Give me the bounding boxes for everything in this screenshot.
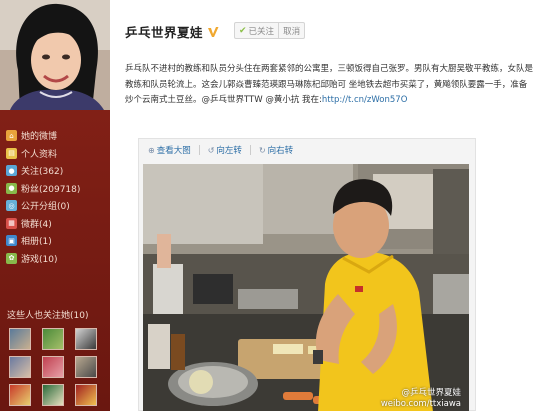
profile-avatar[interactable] xyxy=(0,0,110,110)
media-card: ⊕ 查看大图 ↺ 向左转 ↻ 向右转 @乒乓世界夏娃 weibo.com/ttx… xyxy=(138,138,476,411)
also-follow-grid xyxy=(9,328,99,406)
sidebar-item-label: 微群(4) xyxy=(21,219,52,230)
album-icon: ▣ xyxy=(6,235,17,247)
divider xyxy=(249,145,251,155)
follower-avatar[interactable] xyxy=(75,384,97,406)
weiqun-icon: ▦ xyxy=(6,217,17,229)
follower-avatar[interactable] xyxy=(9,328,31,350)
watermark-url: weibo.com/ttxiawa xyxy=(380,399,461,409)
kitchen-photo xyxy=(143,164,469,411)
sidebar-item-profile[interactable]: ▤ 个人资料 xyxy=(6,145,106,163)
post-link[interactable]: http://t.cn/zWon57O xyxy=(322,95,407,105)
sidebar-item-label: 她的微博 xyxy=(21,132,58,143)
sidebar-item-label: 粉丝(209718) xyxy=(21,184,81,195)
post-content: 乒乓队不进村的教练和队员分头住在两套紧邻的公寓里，三顿饭得自己张罗。男队有大厨吴… xyxy=(125,62,535,109)
sidebar-item-label: 公开分组(0) xyxy=(21,202,70,213)
follower-avatar[interactable] xyxy=(75,328,97,350)
sidebar-item-weiqun[interactable]: ▦ 微群(4) xyxy=(6,215,106,233)
sidebar-nav: ⌂ 她的微博 ▤ 个人资料 ● 关注(362) ● 粉丝(209718) ◎ 公… xyxy=(6,127,106,267)
watermark-name: @乒乓世界夏娃 xyxy=(401,388,461,398)
media-toolbar: ⊕ 查看大图 ↺ 向左转 ↻ 向右转 xyxy=(148,144,301,156)
sidebar-item-label: 相册(1) xyxy=(21,237,52,248)
followed-label: 已关注 xyxy=(248,26,275,37)
tool-label: 向右转 xyxy=(267,146,294,156)
sidebar-item-label: 游戏(10) xyxy=(21,254,58,265)
sidebar-item-label: 关注(362) xyxy=(21,167,64,178)
follower-avatar[interactable] xyxy=(9,384,31,406)
follow-icon: ● xyxy=(6,165,17,177)
unfollow-button[interactable]: 取消 xyxy=(279,23,304,38)
sidebar-item-weibo[interactable]: ⌂ 她的微博 xyxy=(6,127,106,145)
sidebar: ⌂ 她的微博 ▤ 个人资料 ● 关注(362) ● 粉丝(209718) ◎ 公… xyxy=(0,0,110,411)
divider xyxy=(198,145,200,155)
zoom-icon: ⊕ xyxy=(148,145,155,155)
user-name[interactable]: 乒乓世界夏娃 xyxy=(125,22,203,41)
fans-icon: ● xyxy=(6,182,17,194)
game-icon: ✿ xyxy=(6,252,17,264)
profile-icon: ▤ xyxy=(6,147,17,159)
rotate-left-icon: ↺ xyxy=(207,145,215,155)
follower-avatar[interactable] xyxy=(42,384,64,406)
sidebar-item-album[interactable]: ▣ 相册(1) xyxy=(6,232,106,250)
follower-avatar[interactable] xyxy=(9,356,31,378)
profile-header: 乒乓世界夏娃 xyxy=(125,22,219,41)
view-large-button[interactable]: ⊕ 查看大图 xyxy=(148,144,191,157)
home-icon: ⌂ xyxy=(6,130,17,142)
rotate-right-button[interactable]: ↻ 向右转 xyxy=(258,144,294,157)
tool-label: 向左转 xyxy=(216,146,242,156)
group-icon: ◎ xyxy=(6,200,17,212)
follow-status-group: ✔ 已关注 取消 xyxy=(234,22,306,39)
sidebar-item-games[interactable]: ✿ 游戏(10) xyxy=(6,250,106,268)
verified-v-icon xyxy=(208,26,219,37)
sidebar-item-fans[interactable]: ● 粉丝(209718) xyxy=(6,180,106,198)
sidebar-item-groups[interactable]: ◎ 公开分组(0) xyxy=(6,197,106,215)
tool-label: 查看大图 xyxy=(156,146,191,156)
avatar-photo xyxy=(0,0,110,110)
rotate-right-icon: ↻ xyxy=(258,145,266,155)
check-icon: ✔ xyxy=(239,25,247,36)
follower-avatar[interactable] xyxy=(42,328,64,350)
follower-avatar[interactable] xyxy=(75,356,97,378)
also-follow-title: 这些人也关注她(10) xyxy=(7,311,89,321)
rotate-left-button[interactable]: ↺ 向左转 xyxy=(207,144,242,157)
followed-button[interactable]: ✔ 已关注 xyxy=(235,23,278,38)
post-photo[interactable]: @乒乓世界夏娃 weibo.com/ttxiawa xyxy=(143,164,469,411)
follower-avatar[interactable] xyxy=(42,356,64,378)
watermark: @乒乓世界夏娃 weibo.com/ttxiawa xyxy=(381,388,461,410)
sidebar-item-follow[interactable]: ● 关注(362) xyxy=(6,162,106,180)
sidebar-item-label: 个人资料 xyxy=(21,149,58,160)
main-panel: 乒乓世界夏娃 ✔ 已关注 取消 乒乓队不进村的教练和队员分头住在两套紧邻的公寓里… xyxy=(110,0,550,411)
